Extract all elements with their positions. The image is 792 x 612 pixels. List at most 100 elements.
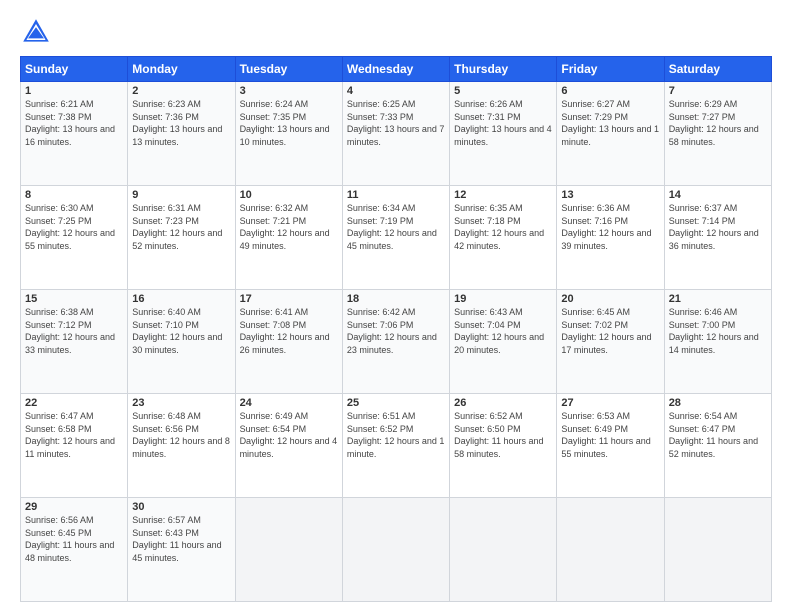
empty-cell	[557, 498, 664, 602]
day-cell-9: 9Sunrise: 6:31 AMSunset: 7:23 PMDaylight…	[128, 186, 235, 290]
logo-icon	[20, 16, 52, 48]
day-info: Sunrise: 6:26 AMSunset: 7:31 PMDaylight:…	[454, 99, 552, 147]
day-number: 8	[25, 189, 123, 201]
day-info: Sunrise: 6:37 AMSunset: 7:14 PMDaylight:…	[669, 203, 759, 251]
day-number: 23	[132, 397, 230, 409]
day-cell-15: 15Sunrise: 6:38 AMSunset: 7:12 PMDayligh…	[21, 290, 128, 394]
day-cell-8: 8 Sunrise: 6:30 AMSunset: 7:25 PMDaylight…	[21, 186, 128, 290]
col-header-wednesday: Wednesday	[342, 57, 449, 82]
calendar: SundayMondayTuesdayWednesdayThursdayFrid…	[20, 56, 772, 602]
day-cell-5: 5 Sunrise: 6:26 AMSunset: 7:31 PMDaylight…	[450, 82, 557, 186]
day-number: 18	[347, 293, 445, 305]
day-info: Sunrise: 6:40 AMSunset: 7:10 PMDaylight:…	[132, 307, 222, 355]
day-info: Sunrise: 6:42 AMSunset: 7:06 PMDaylight:…	[347, 307, 437, 355]
day-number: 16	[132, 293, 230, 305]
day-number: 25	[347, 397, 445, 409]
empty-cell	[450, 498, 557, 602]
page: SundayMondayTuesdayWednesdayThursdayFrid…	[0, 0, 792, 612]
day-number: 30	[132, 501, 230, 513]
col-header-monday: Monday	[128, 57, 235, 82]
day-info: Sunrise: 6:53 AMSunset: 6:49 PMDaylight:…	[561, 411, 650, 459]
day-cell-26: 26 Sunrise: 6:52 AMSunset: 6:50 PMDayligh…	[450, 394, 557, 498]
day-cell-4: 4 Sunrise: 6:25 AMSunset: 7:33 PMDaylight…	[342, 82, 449, 186]
day-cell-21: 21Sunrise: 6:46 AMSunset: 7:00 PMDayligh…	[664, 290, 771, 394]
day-info: Sunrise: 6:56 AMSunset: 6:45 PMDaylight:…	[25, 515, 114, 563]
empty-cell	[235, 498, 342, 602]
day-cell-19: 19Sunrise: 6:43 AMSunset: 7:04 PMDayligh…	[450, 290, 557, 394]
col-header-saturday: Saturday	[664, 57, 771, 82]
day-cell-27: 27Sunrise: 6:53 AMSunset: 6:49 PMDayligh…	[557, 394, 664, 498]
day-cell-25: 25Sunrise: 6:51 AMSunset: 6:52 PMDayligh…	[342, 394, 449, 498]
day-cell-10: 10 Sunrise: 6:32 AMSunset: 7:21 PMDayligh…	[235, 186, 342, 290]
day-info: Sunrise: 6:23 AMSunset: 7:36 PMDaylight:…	[132, 99, 222, 147]
day-info: Sunrise: 6:47 AMSunset: 6:58 PMDaylight:…	[25, 411, 115, 459]
day-cell-24: 24 Sunrise: 6:49 AMSunset: 6:54 PMDayligh…	[235, 394, 342, 498]
day-number: 28	[669, 397, 767, 409]
day-number: 11	[347, 189, 445, 201]
day-cell-30: 30 Sunrise: 6:57 AMSunset: 6:43 PMDayligh…	[128, 498, 235, 602]
day-number: 17	[240, 293, 338, 305]
week-row-5: 29 Sunrise: 6:56 AMSunset: 6:45 PMDayligh…	[21, 498, 772, 602]
day-cell-29: 29 Sunrise: 6:56 AMSunset: 6:45 PMDayligh…	[21, 498, 128, 602]
day-number: 1	[25, 85, 123, 97]
day-number: 20	[561, 293, 659, 305]
day-info: Sunrise: 6:52 AMSunset: 6:50 PMDaylight:…	[454, 411, 543, 459]
day-number: 2	[132, 85, 230, 97]
day-info: Sunrise: 6:49 AMSunset: 6:54 PMDaylight:…	[240, 411, 338, 459]
day-info: Sunrise: 6:54 AMSunset: 6:47 PMDaylight:…	[669, 411, 758, 459]
day-cell-11: 11 Sunrise: 6:34 AMSunset: 7:19 PMDayligh…	[342, 186, 449, 290]
day-info: Sunrise: 6:48 AMSunset: 6:56 PMDaylight:…	[132, 411, 230, 459]
day-cell-14: 14 Sunrise: 6:37 AMSunset: 7:14 PMDayligh…	[664, 186, 771, 290]
day-info: Sunrise: 6:30 AMSunset: 7:25 PMDaylight:…	[25, 203, 115, 251]
col-header-sunday: Sunday	[21, 57, 128, 82]
empty-cell	[664, 498, 771, 602]
day-number: 6	[561, 85, 659, 97]
day-number: 19	[454, 293, 552, 305]
day-info: Sunrise: 6:29 AMSunset: 7:27 PMDaylight:…	[669, 99, 759, 147]
day-number: 13	[561, 189, 659, 201]
day-cell-13: 13 Sunrise: 6:36 AMSunset: 7:16 PMDayligh…	[557, 186, 664, 290]
day-info: Sunrise: 6:36 AMSunset: 7:16 PMDaylight:…	[561, 203, 651, 251]
day-number: 22	[25, 397, 123, 409]
day-number: 12	[454, 189, 552, 201]
day-info: Sunrise: 6:27 AMSunset: 7:29 PMDaylight:…	[561, 99, 659, 147]
day-cell-28: 28 Sunrise: 6:54 AMSunset: 6:47 PMDayligh…	[664, 394, 771, 498]
header-row: SundayMondayTuesdayWednesdayThursdayFrid…	[21, 57, 772, 82]
day-cell-20: 20 Sunrise: 6:45 AMSunset: 7:02 PMDayligh…	[557, 290, 664, 394]
calendar-body: 1 Sunrise: 6:21 AMSunset: 7:38 PMDaylight…	[21, 82, 772, 602]
day-number: 4	[347, 85, 445, 97]
empty-cell	[342, 498, 449, 602]
day-number: 29	[25, 501, 123, 513]
day-number: 24	[240, 397, 338, 409]
day-number: 5	[454, 85, 552, 97]
day-number: 3	[240, 85, 338, 97]
day-info: Sunrise: 6:34 AMSunset: 7:19 PMDaylight:…	[347, 203, 437, 251]
col-header-friday: Friday	[557, 57, 664, 82]
day-info: Sunrise: 6:45 AMSunset: 7:02 PMDaylight:…	[561, 307, 651, 355]
day-number: 10	[240, 189, 338, 201]
header	[20, 16, 772, 48]
day-info: Sunrise: 6:57 AMSunset: 6:43 PMDaylight:…	[132, 515, 221, 563]
logo	[20, 16, 56, 48]
day-info: Sunrise: 6:21 AMSunset: 7:38 PMDaylight:…	[25, 99, 115, 147]
day-info: Sunrise: 6:41 AMSunset: 7:08 PMDaylight:…	[240, 307, 330, 355]
day-cell-7: 7Sunrise: 6:29 AMSunset: 7:27 PMDaylight…	[664, 82, 771, 186]
day-number: 14	[669, 189, 767, 201]
calendar-header: SundayMondayTuesdayWednesdayThursdayFrid…	[21, 57, 772, 82]
day-cell-23: 23 Sunrise: 6:48 AMSunset: 6:56 PMDayligh…	[128, 394, 235, 498]
day-number: 26	[454, 397, 552, 409]
day-cell-22: 22 Sunrise: 6:47 AMSunset: 6:58 PMDayligh…	[21, 394, 128, 498]
col-header-thursday: Thursday	[450, 57, 557, 82]
col-header-tuesday: Tuesday	[235, 57, 342, 82]
day-info: Sunrise: 6:32 AMSunset: 7:21 PMDaylight:…	[240, 203, 330, 251]
day-cell-1: 1 Sunrise: 6:21 AMSunset: 7:38 PMDaylight…	[21, 82, 128, 186]
day-number: 21	[669, 293, 767, 305]
day-cell-2: 2 Sunrise: 6:23 AMSunset: 7:36 PMDaylight…	[128, 82, 235, 186]
week-row-2: 8 Sunrise: 6:30 AMSunset: 7:25 PMDaylight…	[21, 186, 772, 290]
day-cell-12: 12 Sunrise: 6:35 AMSunset: 7:18 PMDayligh…	[450, 186, 557, 290]
week-row-1: 1 Sunrise: 6:21 AMSunset: 7:38 PMDaylight…	[21, 82, 772, 186]
week-row-4: 22 Sunrise: 6:47 AMSunset: 6:58 PMDayligh…	[21, 394, 772, 498]
day-info: Sunrise: 6:25 AMSunset: 7:33 PMDaylight:…	[347, 99, 445, 147]
day-cell-6: 6 Sunrise: 6:27 AMSunset: 7:29 PMDaylight…	[557, 82, 664, 186]
day-info: Sunrise: 6:35 AMSunset: 7:18 PMDaylight:…	[454, 203, 544, 251]
